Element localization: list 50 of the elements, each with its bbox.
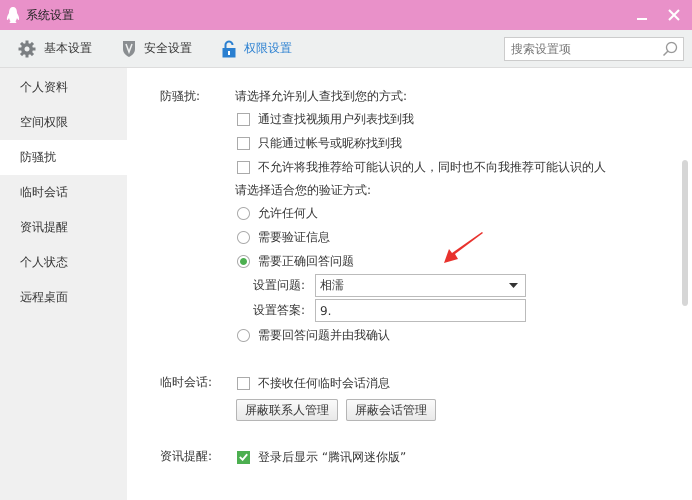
radio-button[interactable] bbox=[237, 254, 250, 268]
checkbox[interactable] bbox=[237, 160, 250, 174]
checkbox-option[interactable]: 不允许将我推荐给可能认识的人，同时也不向我推荐可能认识的人 bbox=[235, 155, 606, 179]
sidebar-item[interactable]: 个人资料 bbox=[0, 70, 127, 105]
caret-icon bbox=[509, 283, 518, 288]
manage-button[interactable]: 屏蔽联系人管理 bbox=[236, 399, 338, 421]
shield-icon bbox=[122, 40, 136, 58]
tab[interactable]: 基本设置 bbox=[18, 40, 92, 58]
tab[interactable]: 权限设置 bbox=[222, 40, 292, 58]
checkbox[interactable] bbox=[237, 376, 250, 390]
scroll-thumb[interactable] bbox=[682, 160, 688, 306]
radio-button[interactable] bbox=[237, 206, 250, 220]
answer-field[interactable]: 9. bbox=[315, 299, 526, 322]
checkbox[interactable] bbox=[237, 450, 250, 464]
checkbox[interactable] bbox=[237, 136, 250, 150]
radio-option[interactable]: 需要验证信息 bbox=[235, 225, 606, 249]
annotation-arrow bbox=[443, 232, 485, 264]
radio-button[interactable] bbox=[237, 230, 250, 244]
close-icon[interactable] bbox=[668, 9, 680, 21]
tab[interactable]: 安全设置 bbox=[122, 40, 192, 58]
radio-button[interactable] bbox=[237, 328, 250, 342]
checkbox[interactable] bbox=[237, 112, 250, 126]
field-label: 设置答案: bbox=[253, 302, 306, 319]
radio-option[interactable]: 需要回答问题并由我确认 bbox=[235, 323, 606, 347]
window-title: 系统设置 bbox=[26, 6, 74, 24]
radio-option[interactable]: 允许任何人 bbox=[235, 201, 606, 225]
prompt-text: 请选择适合您的验证方式: bbox=[235, 182, 372, 199]
lock-icon bbox=[222, 40, 236, 58]
section-label: 资讯提醒: bbox=[160, 448, 214, 465]
checkbox-option[interactable]: 登录后显示 “腾讯网迷你版” bbox=[235, 445, 406, 469]
sidebar-item[interactable]: 远程桌面 bbox=[0, 280, 127, 315]
question-dropdown[interactable]: 相濡 bbox=[315, 274, 526, 297]
checkbox-option[interactable]: 只能通过帐号或昵称找到我 bbox=[235, 131, 606, 155]
penguin-icon bbox=[6, 6, 20, 24]
field-label: 设置问题: bbox=[253, 277, 306, 294]
search-field[interactable]: 搜索设置项 bbox=[504, 36, 684, 60]
sidebar-item[interactable]: 个人状态 bbox=[0, 245, 127, 280]
section-label: 临时会话: bbox=[160, 374, 214, 391]
sidebar-item[interactable]: 资讯提醒 bbox=[0, 210, 127, 245]
manage-button[interactable]: 屏蔽会话管理 bbox=[346, 399, 436, 421]
search-icon bbox=[662, 40, 678, 56]
gear-icon bbox=[18, 40, 36, 58]
radio-option[interactable]: 需要正确回答问题 bbox=[235, 249, 606, 273]
checkbox-option[interactable]: 不接收任何临时会话消息 bbox=[235, 371, 436, 395]
sidebar-item[interactable]: 空间权限 bbox=[0, 105, 127, 140]
prompt-text: 请选择允许别人查找到您的方式: bbox=[235, 88, 408, 105]
checkbox-option[interactable]: 通过查找视频用户列表找到我 bbox=[235, 107, 606, 131]
section-label: 防骚扰: bbox=[160, 88, 202, 105]
sidebar-item[interactable]: 临时会话 bbox=[0, 175, 127, 210]
sidebar-item[interactable]: 防骚扰 bbox=[0, 140, 127, 175]
